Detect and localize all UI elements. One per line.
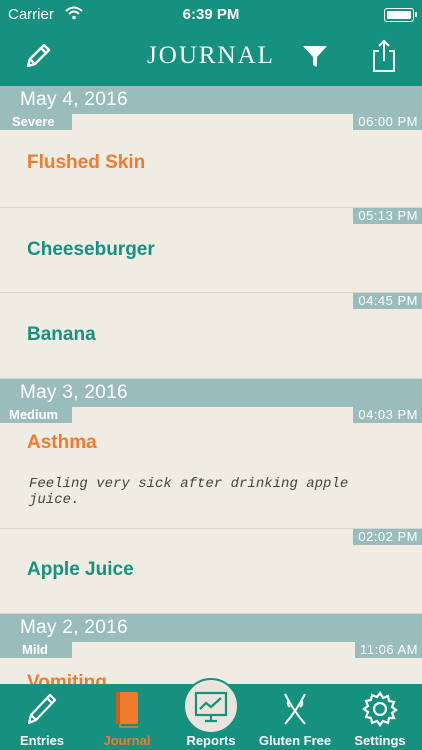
chart-icon — [170, 690, 252, 724]
severity-badge: Mild — [0, 642, 72, 658]
entry-time: 04:03 PM — [353, 407, 422, 423]
severity-badge: Severe — [0, 114, 72, 130]
entry-name: Cheeseburger — [27, 239, 155, 260]
date-header: May 4, 2016 — [0, 86, 422, 114]
gear-icon — [338, 690, 422, 728]
battery-icon — [384, 8, 417, 22]
tab-journal[interactable]: Journal — [84, 684, 170, 750]
wheat-icon — [252, 690, 338, 728]
entry-time: 02:02 PM — [353, 529, 422, 545]
status-bar: Carrier 6:39 PM — [0, 0, 422, 30]
tab-reports[interactable]: Reports — [170, 684, 252, 750]
journal-entry[interactable]: Severe 06:00 PM Flushed Skin — [0, 114, 422, 208]
date-header: May 2, 2016 — [0, 614, 422, 642]
date-header: May 3, 2016 — [0, 379, 422, 407]
entry-name: Vomiting — [27, 672, 107, 684]
journal-entry[interactable]: Medium 04:03 PM Asthma Feeling very sick… — [0, 407, 422, 529]
tab-label: Gluten Free — [258, 733, 332, 748]
journal-entry[interactable]: 04:45 PM Banana — [0, 293, 422, 379]
date-label: May 3, 2016 — [20, 382, 128, 403]
entry-note: Feeling very sick after drinking apple j… — [29, 476, 349, 508]
date-label: May 2, 2016 — [20, 617, 128, 638]
book-icon — [84, 690, 170, 728]
journal-list[interactable]: May 4, 2016 Severe 06:00 PM Flushed Skin… — [0, 86, 422, 684]
tab-bar: Entries Journal Reports Gluten Free Sett… — [0, 678, 422, 750]
tab-label: Entries — [19, 733, 65, 748]
share-icon — [370, 39, 398, 78]
entry-time: 04:45 PM — [353, 293, 422, 309]
severity-badge: Medium — [0, 407, 72, 423]
entry-time: 11:06 AM — [355, 642, 422, 658]
filter-button[interactable] — [297, 40, 333, 76]
journal-entry[interactable]: 05:13 PM Cheeseburger — [0, 208, 422, 293]
status-time: 6:39 PM — [182, 6, 240, 23]
entry-name: Flushed Skin — [27, 152, 146, 173]
entry-name: Apple Juice — [27, 559, 134, 580]
tab-entries[interactable]: Entries — [0, 684, 84, 750]
entry-name: Banana — [27, 324, 96, 345]
entry-name: Asthma — [27, 432, 97, 453]
tab-label: Journal — [103, 733, 151, 748]
tab-gluten-free[interactable]: Gluten Free — [252, 684, 338, 750]
date-label: May 4, 2016 — [20, 89, 128, 110]
entry-time: 05:13 PM — [353, 208, 422, 224]
journal-entry[interactable]: 02:02 PM Apple Juice — [0, 529, 422, 614]
entry-time: 06:00 PM — [353, 114, 422, 130]
page-title: JOURNAL — [147, 42, 275, 69]
tab-settings[interactable]: Settings — [338, 684, 422, 750]
share-button[interactable] — [366, 39, 402, 78]
filter-icon — [301, 42, 329, 75]
pencil-icon — [0, 690, 84, 728]
tab-label: Settings — [354, 733, 406, 748]
tab-label: Reports — [186, 733, 236, 748]
navigation-bar: JOURNAL — [0, 30, 422, 86]
